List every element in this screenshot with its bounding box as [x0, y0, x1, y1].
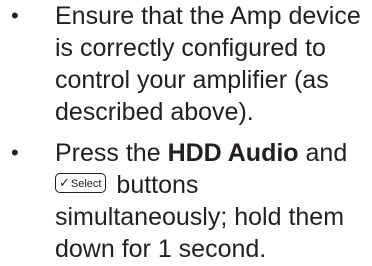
list-item-text: Press the HDD Audio and ✓Select buttons …	[55, 137, 365, 265]
list-item-text: Ensure that the Amp device is correctly …	[55, 0, 365, 128]
text-run: buttons	[109, 171, 199, 199]
text-line: down for 1 second.	[55, 235, 267, 263]
instruction-page: • Ensure that the Amp device is correctl…	[0, 0, 372, 266]
hdd-audio-button-name: HDD Audio	[167, 139, 299, 167]
text-run: and	[298, 139, 348, 167]
text-line: ✓Select buttons	[55, 169, 365, 201]
text-line: is correctly configured to	[55, 34, 326, 62]
text-line: control your amplifier (as	[55, 66, 329, 94]
select-key-label: Select	[70, 178, 102, 191]
text-line: described above).	[55, 98, 254, 126]
text-line: simultaneously; hold them	[55, 203, 345, 231]
check-mark-icon: ✓	[59, 175, 70, 191]
text-run: Press the	[55, 139, 168, 167]
text-line: Ensure that the Amp device	[55, 2, 361, 30]
text-line: Press the HDD Audio and	[55, 137, 365, 169]
bullet-marker: •	[11, 3, 19, 28]
select-key-icon: ✓Select	[55, 173, 107, 194]
bullet-marker: •	[11, 140, 19, 165]
